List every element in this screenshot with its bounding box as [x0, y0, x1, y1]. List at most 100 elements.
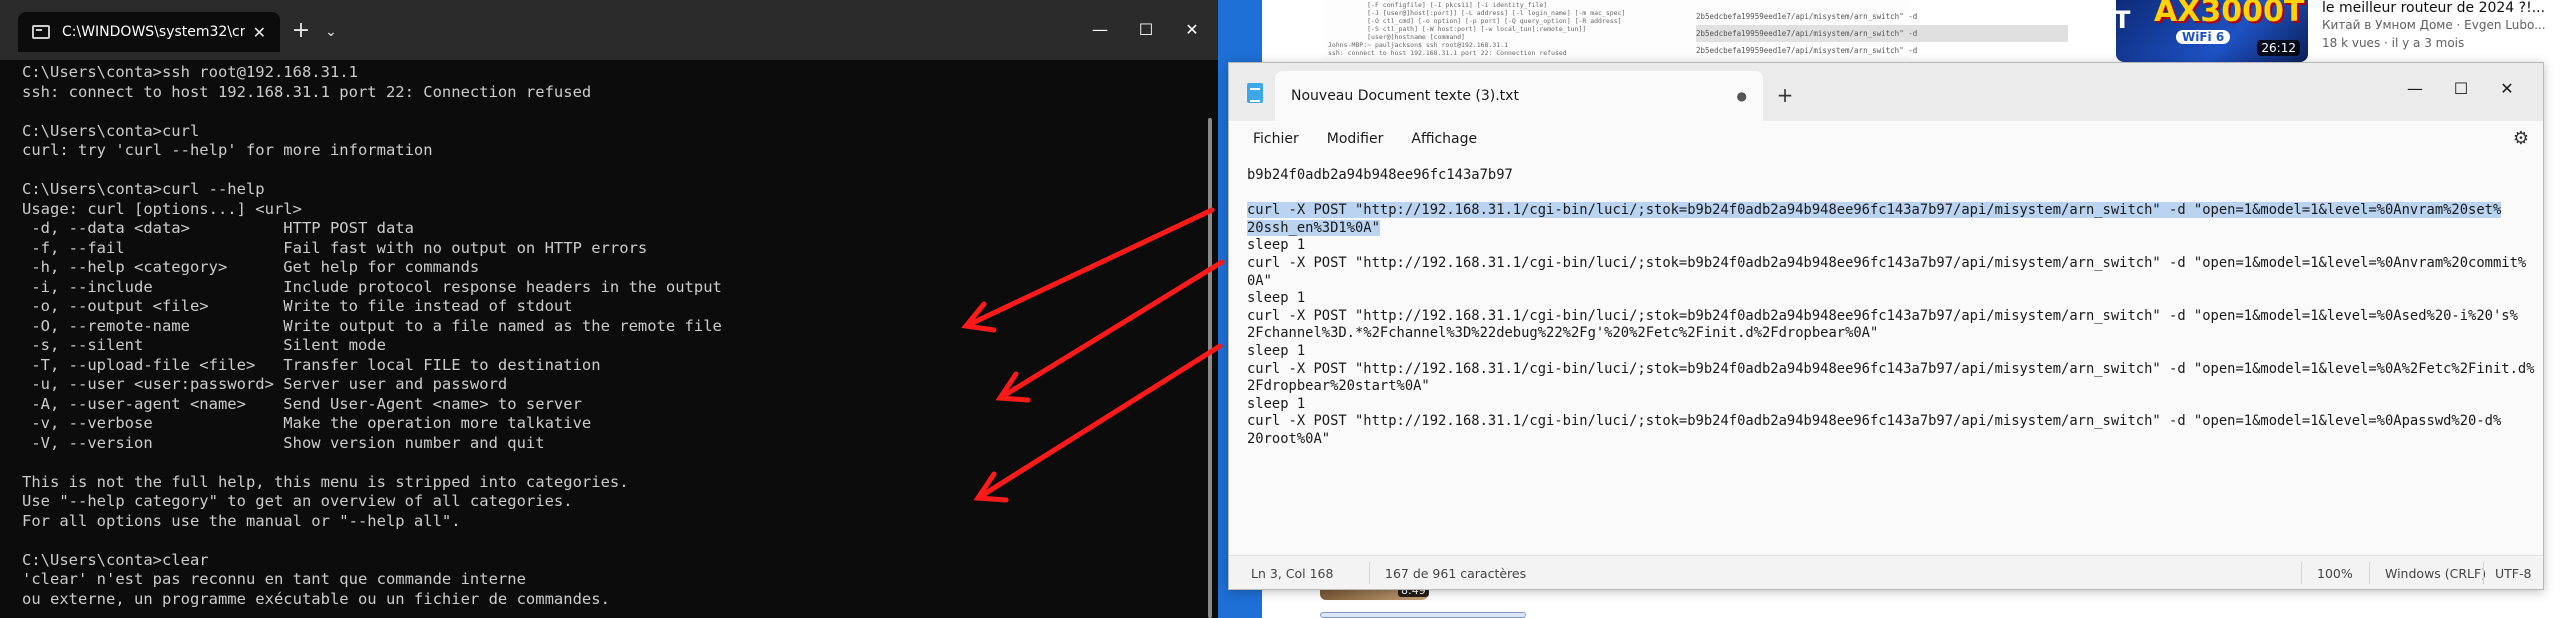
thumbnail-letter: T: [2116, 6, 2131, 34]
encoding[interactable]: UTF-8: [2495, 566, 2531, 581]
terminal-line: ou externe, un programme exécutable ou u…: [22, 589, 610, 608]
notepad-app-icon: [1247, 83, 1263, 103]
notepad-line-text: 0A": [1247, 272, 1272, 289]
terminal-line: 'clear' n'est pas reconnu en tant que co…: [22, 570, 526, 588]
notepad-tab[interactable]: Nouveau Document texte (3).txt ●: [1275, 71, 1763, 121]
menu-affichage[interactable]: Affichage: [1401, 131, 1487, 147]
notepad-line-text: b9b24f0adb2a94b948ee96fc143a7b97: [1247, 167, 1513, 183]
notepad-statusbar: Ln 3, Col 168 167 de 961 caractères 100%…: [1229, 555, 2543, 589]
notepad-line-text: [1247, 185, 1255, 201]
minimize-button[interactable]: —: [1078, 10, 1122, 50]
terminal-line: Usage: curl [options...] <url>: [22, 199, 302, 218]
notepad-line: sleep 1: [1247, 237, 2535, 255]
terminal-line: -s, --silent Silent mode: [22, 336, 386, 354]
terminal-line: curl: try 'curl --help' for more informa…: [22, 141, 433, 159]
notepad-line: curl -X POST "http://192.168.31.1/cgi-bi…: [1247, 361, 2535, 379]
notepad-line: curl -X POST "http://192.168.31.1/cgi-bi…: [1247, 255, 2535, 273]
menu-fichier[interactable]: Fichier: [1243, 131, 1309, 147]
close-button[interactable]: ✕: [1170, 10, 1214, 50]
background-command-line: 2b5edcbefa19959eed1e7/api/misystem/arn_s…: [1696, 12, 1918, 21]
terminal-line: C:\Users\conta>curl: [22, 121, 200, 140]
notepad-line: sleep 1: [1247, 290, 2535, 308]
terminal-line: -T, --upload-file <file> Transfer local …: [22, 355, 601, 374]
unsaved-dot-icon[interactable]: ●: [1737, 89, 1747, 103]
notepad-line: 2Fdropbear%20start%0A": [1247, 378, 2535, 396]
notepad-line: curl -X POST "http://192.168.31.1/cgi-bi…: [1247, 202, 2535, 220]
notepad-line-text: 2Fdropbear%20start%0A": [1247, 378, 1430, 395]
video-progress-element: [1320, 612, 1526, 618]
cursor-position: Ln 3, Col 168: [1251, 566, 1334, 581]
notepad-line-text: sleep 1: [1247, 237, 1306, 254]
notepad-line: 0A": [1247, 273, 2535, 291]
notepad-line-text: sleep 1: [1247, 342, 1306, 359]
terminal-line: This is not the full help, this menu is …: [22, 472, 629, 491]
notepad-line-text: 20root%0A": [1247, 430, 1331, 447]
terminal-line: -V, --version Show version number and qu…: [22, 433, 545, 452]
notepad-titlebar[interactable]: Nouveau Document texte (3).txt ● + — ☐ ✕: [1229, 63, 2543, 121]
terminal-icon: [32, 25, 50, 39]
close-tab-icon[interactable]: ✕: [253, 23, 266, 42]
terminal-line: -A, --user-agent <name> Send User-Agent …: [22, 394, 582, 413]
notepad-tab-title: Nouveau Document texte (3).txt: [1291, 88, 1519, 104]
notepad-line: 20root%0A": [1247, 431, 2535, 449]
background-command-line: 2b5edcbefa19959eed1e7/api/misystem/arn_s…: [1696, 25, 2068, 42]
background-terminal-commands: 2b5edcbefa19959eed1e7/api/misystem/arn_s…: [1692, 0, 2072, 60]
close-button[interactable]: ✕: [2485, 71, 2529, 107]
menu-modifier[interactable]: Modifier: [1317, 131, 1394, 147]
notepad-editor[interactable]: b9b24f0adb2a94b948ee96fc143a7b97 curl -X…: [1229, 157, 2543, 555]
minimize-button[interactable]: —: [2393, 71, 2437, 107]
maximize-button[interactable]: ☐: [2439, 71, 2483, 107]
video-views: 18 k vues · il y a 3 mois: [2322, 36, 2465, 50]
notepad-line: [1247, 185, 2535, 203]
terminal-line: -i, --include Include protocol response …: [22, 277, 722, 296]
terminal-line: -O, --remote-name Write output to a file…: [22, 316, 722, 335]
terminal-output[interactable]: C:\Users\conta>ssh root@192.168.31.1 ssh:…: [22, 60, 1202, 618]
notepad-line-text: 20ssh_en%3D1%0A": [1247, 219, 1380, 236]
notepad-line-text: curl -X POST "http://192.168.31.1/cgi-bi…: [1247, 202, 2502, 219]
new-tab-button[interactable]: +: [286, 18, 316, 46]
notepad-line-text: sleep 1: [1247, 395, 1306, 412]
notepad-line: curl -X POST "http://192.168.31.1/cgi-bi…: [1247, 413, 2535, 431]
notepad-line-text: curl -X POST "http://192.168.31.1/cgi-bi…: [1247, 307, 2518, 324]
terminal-line: -o, --output <file> Write to file instea…: [22, 297, 573, 315]
new-tab-button[interactable]: +: [1769, 79, 1801, 111]
cmd-window: C:\WINDOWS\system32\cmd. ✕ + ⌄ — ☐ ✕ C:\…: [0, 0, 1218, 618]
terminal-line: For all options use the manual or "--hel…: [22, 511, 461, 530]
cmd-titlebar[interactable]: C:\WINDOWS\system32\cmd. ✕ + ⌄ — ☐ ✕: [0, 0, 1218, 60]
terminal-line: -h, --help <category> Get help for comma…: [22, 258, 480, 276]
video-title[interactable]: le meilleur routeur de 2024 ?!...: [2322, 0, 2552, 16]
thumbnail-badge: WiFi 6: [2176, 30, 2231, 44]
notepad-line: b9b24f0adb2a94b948ee96fc143a7b97: [1247, 167, 2535, 185]
gear-icon[interactable]: ⚙: [2509, 127, 2533, 151]
line-ending[interactable]: Windows (CRLF): [2385, 566, 2486, 581]
chevron-down-icon[interactable]: ⌄: [320, 18, 342, 46]
video-thumbnail[interactable]: T AX3000T WiFi 6 26:12: [2116, 0, 2308, 62]
notepad-line: sleep 1: [1247, 396, 2535, 414]
notepad-line-text: curl -X POST "http://192.168.31.1/cgi-bi…: [1247, 413, 2502, 430]
terminal-line: -d, --data <data> HTTP POST data: [22, 219, 414, 237]
background-command-line: 2b5edcbefa19959eed1e7/api/misystem/arn_s…: [1696, 46, 1918, 55]
notepad-line-text: 2Fchannel%3D.*%2Fchannel%3D%22debug%22%2…: [1247, 325, 1879, 342]
video-channel[interactable]: Китай в Умном Доме · Evgen Lubo...: [2322, 18, 2546, 32]
terminal-line: C:\Users\conta>ssh root@192.168.31.1: [22, 63, 358, 81]
terminal-line: -f, --fail Fail fast with no output on H…: [22, 238, 648, 257]
notepad-text[interactable]: b9b24f0adb2a94b948ee96fc143a7b97 curl -X…: [1247, 167, 2535, 449]
maximize-button[interactable]: ☐: [1124, 10, 1168, 50]
zoom-level[interactable]: 100%: [2317, 566, 2353, 581]
cmd-tab-title: C:\WINDOWS\system32\cmd.: [62, 24, 245, 40]
terminal-line: ssh: connect to host 192.168.31.1 port 2…: [22, 82, 592, 101]
thumbnail-brand: AX3000T: [2154, 0, 2305, 29]
notepad-line: 2Fchannel%3D.*%2Fchannel%3D%22debug%22%2…: [1247, 325, 2535, 343]
notepad-line-text: sleep 1: [1247, 290, 1306, 307]
terminal-line: C:\Users\conta>clear: [22, 550, 209, 569]
video-duration: 26:12: [2257, 40, 2300, 56]
terminal-line: -u, --user <user:password> Server user a…: [22, 375, 508, 393]
terminal-scrollbar[interactable]: [1208, 118, 1212, 618]
notepad-line: sleep 1: [1247, 343, 2535, 361]
notepad-line: 20ssh_en%3D1%0A": [1247, 219, 2535, 238]
cmd-tab[interactable]: C:\WINDOWS\system32\cmd. ✕: [18, 12, 280, 52]
terminal-line: C:\Users\conta>curl --help: [22, 180, 265, 198]
